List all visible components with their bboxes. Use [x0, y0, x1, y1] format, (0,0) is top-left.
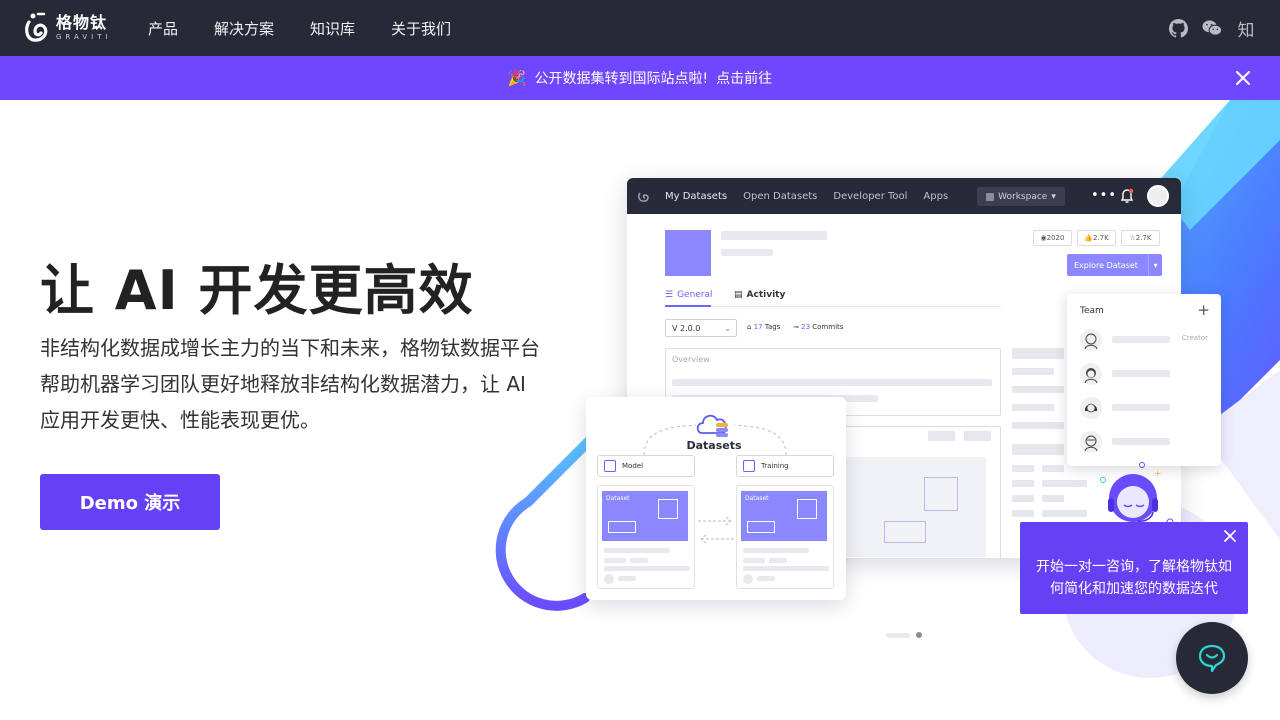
mockup-nav-developer-tool: Developer Tool — [833, 190, 908, 202]
zhihu-icon[interactable]: 知 — [1236, 18, 1256, 41]
caret-down-icon: ▾ — [1148, 254, 1162, 276]
overview-label: Overview — [672, 355, 710, 364]
brand-name-en: GRAVITI — [56, 33, 112, 41]
datasets-title: Datasets — [686, 439, 742, 452]
nav-item-products[interactable]: 产品 — [148, 18, 178, 39]
stat-views: ◉ 2020 — [1033, 230, 1072, 246]
model-dataset-card: Dataset — [597, 485, 695, 589]
chat-bubble-icon — [1198, 644, 1226, 673]
calendar-icon: ▤ — [734, 290, 743, 300]
chat-button[interactable] — [1176, 622, 1248, 694]
team-title: Team — [1080, 306, 1104, 316]
github-icon[interactable] — [1168, 18, 1188, 38]
avatar — [1080, 363, 1102, 385]
training-dataset-card: Dataset — [736, 485, 834, 589]
nav-item-solutions[interactable]: 解决方案 — [214, 18, 274, 39]
nav-item-about[interactable]: 关于我们 — [391, 18, 451, 39]
wechat-icon[interactable] — [1202, 18, 1222, 38]
more-icon: ••• — [1091, 188, 1118, 203]
sync-arrows-icon — [698, 516, 734, 544]
commit-icon: ⊸ — [793, 323, 799, 331]
mockup-nav-my-datasets: My Datasets — [665, 190, 728, 202]
model-box: Model — [597, 455, 695, 477]
cloud-database-icon — [696, 414, 728, 437]
explore-dataset-button: Explore Dataset ▾ — [1067, 254, 1162, 276]
carousel-dot-active[interactable] — [916, 632, 922, 638]
stat-likes: 👍 2.7K — [1077, 230, 1116, 246]
stat-stars: ☆ 2.7K — [1121, 230, 1160, 246]
consult-message: 开始一对一咨询，了解格物钛如何简化和加速您的数据迭代 — [1036, 559, 1232, 597]
version-select: V 2.0.0 ⌄ — [665, 319, 737, 337]
mockup-tab-general: ☰ General — [665, 290, 713, 300]
tag-icon: ⌂ — [747, 323, 752, 331]
mockup-workspace-select: Workspace ▾ — [977, 187, 1065, 206]
nav-item-knowledge[interactable]: 知识库 — [310, 18, 355, 39]
team-member: Creator — [1080, 329, 1208, 351]
training-box: Training — [736, 455, 834, 477]
demo-button[interactable]: Demo 演示 — [40, 474, 220, 530]
workspace-label: Workspace — [998, 191, 1048, 202]
announcement-link[interactable]: 点击前往 — [716, 68, 772, 88]
hero-title: 让 AI 开发更高效 — [40, 259, 474, 322]
mockup-logo-icon — [638, 192, 649, 202]
mockup-nav-open-datasets: Open Datasets — [743, 190, 818, 202]
list-icon: ☰ — [665, 290, 674, 300]
team-member — [1080, 397, 1208, 419]
brand-name: 格物钛 — [56, 13, 108, 32]
consult-popup[interactable]: 开始一对一咨询，了解格物钛如何简化和加速您的数据迭代 — [1020, 522, 1248, 614]
mockup-nav-apps: Apps — [923, 190, 949, 202]
bell-icon — [1120, 188, 1134, 203]
mockup-navbar: My Datasets Open Datasets Developer Tool… — [627, 178, 1181, 214]
svg-text:+: + — [1154, 469, 1162, 479]
cube-icon — [743, 460, 755, 472]
team-card: Team + Creator — [1067, 294, 1221, 466]
carousel-dot[interactable] — [886, 632, 910, 638]
brand-logo[interactable]: 格物钛 GRAVITI — [24, 11, 114, 45]
cube-icon — [986, 192, 995, 201]
announcement-text: 公开数据集转到国际站点啦! — [534, 71, 709, 87]
mockup-tab-activity: ▤ Activity — [734, 290, 786, 300]
close-icon[interactable] — [1222, 528, 1238, 544]
announcement-banner: 🎉 公开数据集转到国际站点啦! 点击前往 — [0, 56, 1280, 100]
caret-down-icon: ▾ — [1051, 191, 1056, 202]
explore-label: Explore Dataset — [1074, 260, 1138, 270]
datasets-card: Datasets Model Training Dataset Dataset — [586, 397, 846, 600]
team-member — [1080, 431, 1208, 453]
avatar — [1080, 397, 1102, 419]
party-icon: 🎉 — [507, 69, 527, 87]
close-icon[interactable] — [1234, 69, 1252, 87]
add-member-icon: + — [1197, 301, 1210, 319]
cube-icon — [604, 460, 616, 472]
social-links: 知 — [1168, 0, 1256, 56]
dataset-thumbnail — [665, 230, 711, 276]
team-member — [1080, 363, 1208, 385]
main-nav: 产品 解决方案 知识库 关于我们 — [148, 0, 487, 56]
avatar — [1080, 329, 1102, 351]
carousel-indicator — [886, 632, 922, 638]
logo-icon — [25, 12, 48, 42]
hero-description: 非结构化数据成增长主力的当下和未来，格物钛数据平台帮助机器学习团队更好地释放非结… — [40, 336, 540, 432]
tags-count: ⌂ 17 Tags — [747, 323, 781, 331]
creator-label: Creator — [1181, 334, 1208, 342]
commits-count: ⊸ 23 Commits — [793, 323, 844, 331]
top-navbar: 格物钛 GRAVITI 产品 解决方案 知识库 关于我们 知 — [0, 0, 1280, 56]
mockup-avatar — [1147, 185, 1169, 207]
avatar — [1080, 431, 1102, 453]
